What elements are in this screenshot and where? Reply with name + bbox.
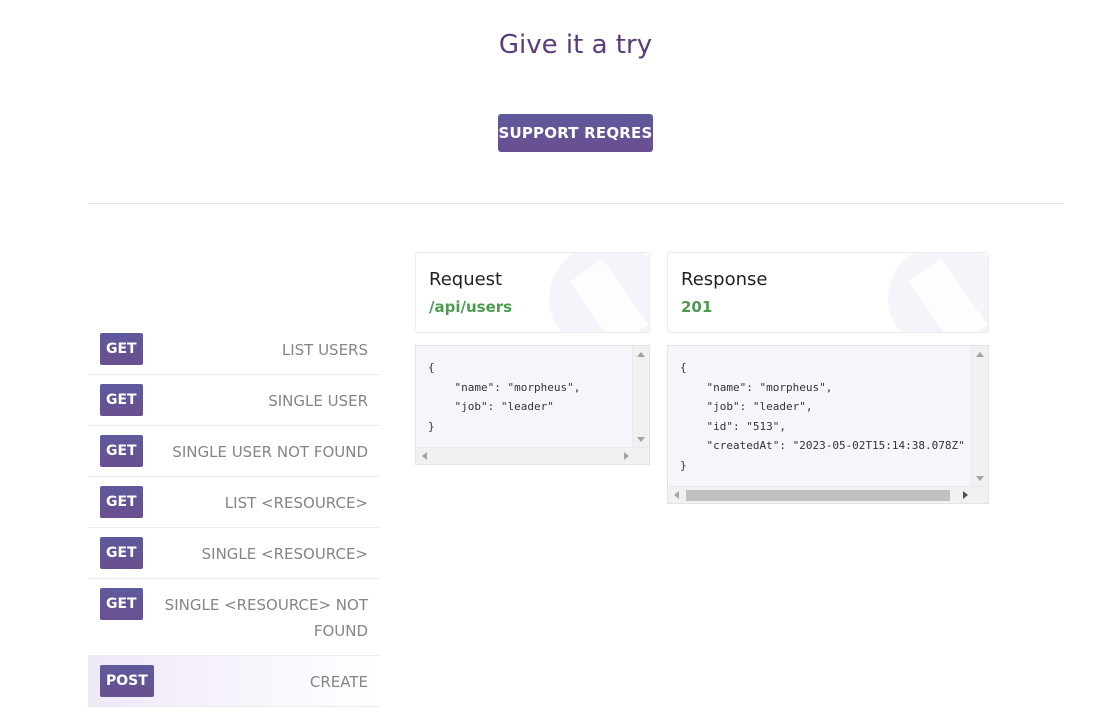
response-card: Response 201: [667, 252, 989, 333]
endpoint-item-single-user[interactable]: GET SINGLE USER: [88, 375, 380, 426]
endpoint-item-single-resource-not-found[interactable]: GET SINGLE <RESOURCE> NOT FOUND: [88, 579, 380, 656]
method-badge: GET: [100, 486, 143, 518]
code-line: }: [428, 419, 435, 433]
horizontal-scrollbar[interactable]: [668, 486, 988, 503]
response-status: 201: [681, 298, 713, 316]
endpoint-item-single-resource[interactable]: GET SINGLE <RESOURCE>: [88, 528, 380, 579]
method-badge: GET: [100, 537, 143, 569]
scroll-up-icon[interactable]: [637, 352, 645, 357]
endpoint-item-create[interactable]: POST CREATE: [88, 656, 380, 707]
code-line: "createdAt": "2023-05-02T15:14:38.078Z": [706, 439, 965, 452]
vertical-scrollbar[interactable]: [632, 346, 649, 448]
endpoint-label: LIST USERS: [281, 341, 368, 359]
request-path[interactable]: /api/users: [429, 298, 512, 316]
code-line: "name": "morpheus",: [706, 380, 833, 394]
endpoint-item-list-resource[interactable]: GET LIST <RESOURCE>: [88, 477, 380, 528]
section-title: Give it a try: [498, 30, 653, 60]
code-line: "job": "leader": [454, 400, 554, 413]
scroll-up-icon[interactable]: [976, 352, 984, 357]
endpoint-label: CREATE: [309, 673, 368, 691]
request-code: { "name": "morpheus", "job": "leader" }: [428, 358, 580, 436]
scroll-down-icon[interactable]: [637, 437, 645, 442]
endpoint-item-list-users[interactable]: GET LIST USERS: [88, 324, 380, 375]
endpoint-label: SINGLE USER: [268, 392, 368, 410]
scroll-right-icon[interactable]: [624, 452, 629, 460]
method-badge: GET: [100, 384, 143, 416]
horizontal-scrollbar[interactable]: [416, 447, 649, 464]
endpoint-item-single-user-not-found[interactable]: GET SINGLE USER NOT FOUND: [88, 426, 380, 477]
method-badge: GET: [100, 588, 143, 620]
divider: [88, 203, 1064, 204]
request-title: Request: [429, 269, 503, 290]
code-line: {: [680, 361, 687, 374]
method-badge: GET: [100, 435, 143, 467]
endpoint-label: LIST <RESOURCE>: [224, 494, 368, 512]
endpoint-label: SINGLE <RESOURCE> NOT FOUND: [164, 596, 368, 640]
method-badge: POST: [100, 665, 154, 697]
request-body[interactable]: { "name": "morpheus", "job": "leader" }: [415, 345, 650, 465]
method-badge: GET: [100, 333, 143, 365]
request-card: Request /api/users: [415, 252, 650, 333]
support-reqres-button[interactable]: SUPPORT REQRES: [498, 114, 653, 152]
scroll-left-icon[interactable]: [422, 452, 427, 460]
code-line: "job": "leader",: [706, 400, 813, 413]
code-line: {: [428, 361, 435, 374]
vertical-scrollbar[interactable]: [971, 346, 988, 487]
response-code: { "name": "morpheus", "job": "leader", "…: [680, 358, 965, 475]
code-line: "id": "513",: [706, 419, 786, 433]
code-line: "name": "morpheus",: [454, 380, 581, 394]
endpoint-label: SINGLE <RESOURCE>: [201, 545, 368, 563]
scrollbar-thumb[interactable]: [686, 490, 950, 501]
response-title: Response: [681, 269, 768, 290]
scroll-left-icon[interactable]: [674, 491, 679, 499]
response-body[interactable]: { "name": "morpheus", "job": "leader", "…: [667, 345, 989, 504]
scroll-right-icon[interactable]: [963, 491, 968, 499]
endpoint-label: SINGLE USER NOT FOUND: [172, 443, 368, 461]
endpoint-list: GET LIST USERS GET SINGLE USER GET SINGL…: [88, 324, 380, 707]
scroll-down-icon[interactable]: [976, 476, 984, 481]
code-line: }: [680, 458, 687, 472]
